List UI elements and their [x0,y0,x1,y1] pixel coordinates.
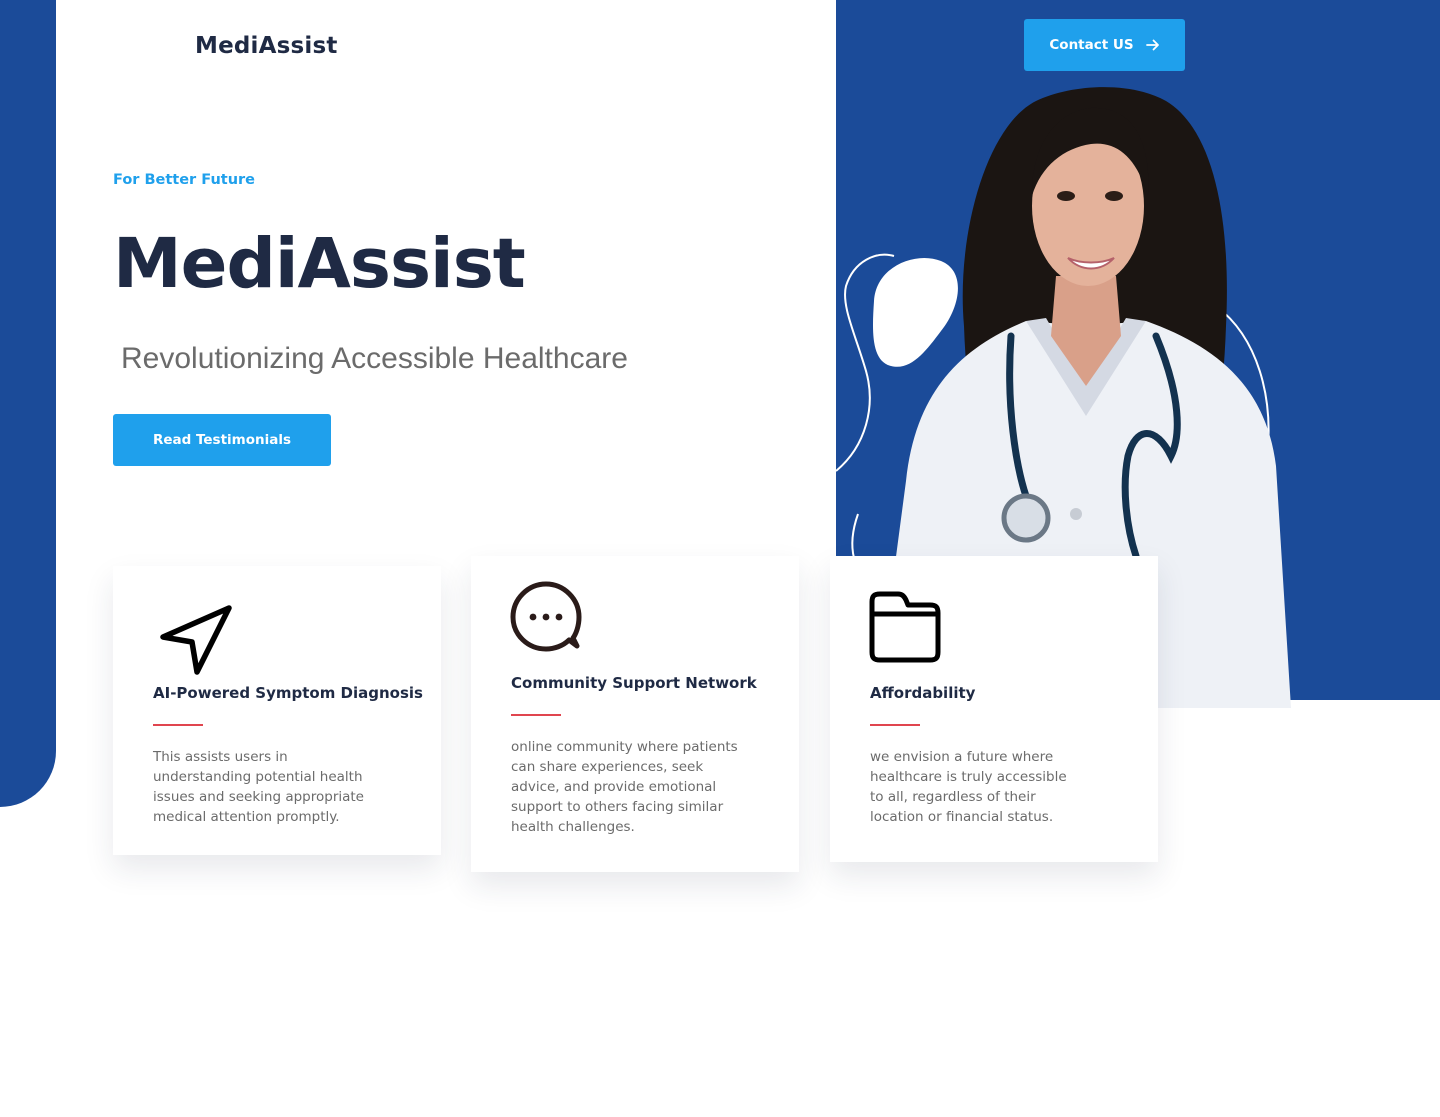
feature-description: we envision a future where healthcare is… [870,747,1067,827]
hero-subtitle: Revolutionizing Accessible Healthcare [121,342,628,375]
feature-divider [870,724,920,726]
feature-card-ai-diagnosis: AI-Powered Symptom Diagnosis This assist… [113,566,441,855]
stethoscope-chestpiece [1001,493,1051,543]
feature-description: This assists users in understanding pote… [153,747,364,827]
contact-button[interactable]: Contact US [1024,19,1185,71]
decor-curve-left-lower [851,513,859,559]
doctor-eye-right [1105,191,1123,201]
feature-line: we envision a future where [870,749,1054,765]
feature-title: Affordability [870,684,976,702]
feature-card-affordability: Affordability we envision a future where… [830,556,1158,862]
feature-line: understanding potential health [153,769,363,785]
contact-button-label: Contact US [1049,37,1134,53]
feature-line: to all, regardless of their [870,789,1036,805]
chat-bubble-icon [510,581,582,652]
feature-line: issues and seeking appropriate [153,789,364,805]
feature-line: healthcare is truly accessible [870,769,1067,785]
feature-line: location or financial status. [870,809,1054,825]
arrow-right-icon [1145,39,1159,51]
logo[interactable]: MediAssist [195,33,338,59]
feature-line: advice, and provide emotional [511,779,717,795]
feature-line: health challenges. [511,819,635,835]
feature-divider [153,724,203,726]
folder-icon [869,591,941,663]
feature-line: can share experiences, seek [511,759,704,775]
coat-button [1070,508,1082,520]
hero-title: MediAssist [113,224,526,304]
navigation-arrow-icon [160,605,232,675]
doctor-eye-left [1057,191,1075,201]
read-testimonials-button[interactable]: Read Testimonials [113,414,331,466]
feature-line: online community where patients [511,739,738,755]
feature-title: AI-Powered Symptom Diagnosis [153,684,423,702]
decor-blob [872,257,958,367]
feature-divider [511,714,561,716]
feature-line: support to others facing similar [511,799,724,815]
feature-line: This assists users in [153,749,288,765]
feature-card-community: Community Support Network online communi… [471,556,799,872]
feature-title: Community Support Network [511,674,757,692]
feature-description: online community where patients can shar… [511,737,738,837]
left-blue-band [0,0,56,807]
feature-line: medical attention promptly. [153,809,340,825]
hero-kicker: For Better Future [113,172,256,188]
